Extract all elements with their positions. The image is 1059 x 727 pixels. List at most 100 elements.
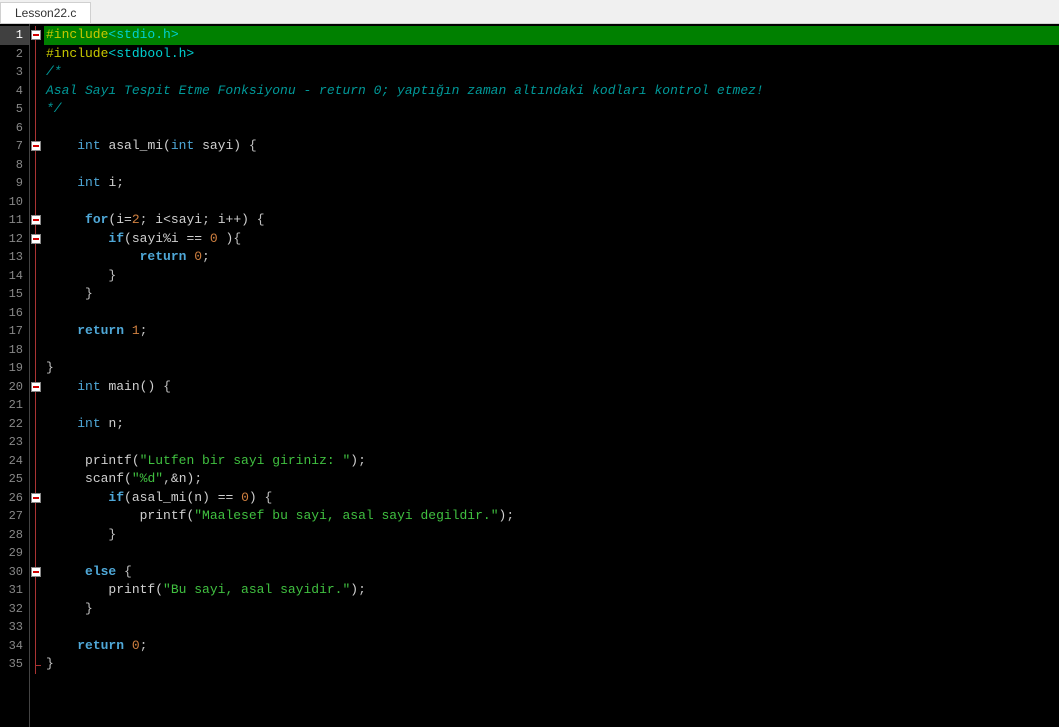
- code-line[interactable]: printf("Maalesef bu sayi, asal sayi degi…: [44, 507, 1059, 526]
- line-number: 16: [0, 304, 29, 323]
- fold-toggle-icon[interactable]: [31, 215, 41, 225]
- code-line[interactable]: [44, 304, 1059, 323]
- line-number: 31: [0, 581, 29, 600]
- code-line[interactable]: if(sayi%i == 0 ){: [44, 230, 1059, 249]
- fold-cell: [30, 489, 44, 508]
- line-number: 30: [0, 563, 29, 582]
- line-number: 19: [0, 359, 29, 378]
- code-line[interactable]: [44, 544, 1059, 563]
- code-line[interactable]: printf("Bu sayi, asal sayidir.");: [44, 581, 1059, 600]
- fold-cell: [30, 156, 44, 175]
- fold-cell: [30, 600, 44, 619]
- fold-cell: [30, 341, 44, 360]
- fold-cell: [30, 452, 44, 471]
- fold-cell: [30, 618, 44, 637]
- code-line[interactable]: [44, 341, 1059, 360]
- code-line[interactable]: }: [44, 655, 1059, 674]
- line-number: 9: [0, 174, 29, 193]
- file-tab[interactable]: Lesson22.c: [0, 2, 91, 23]
- code-line[interactable]: int n;: [44, 415, 1059, 434]
- fold-cell: [30, 119, 44, 138]
- fold-cell: [30, 507, 44, 526]
- fold-toggle-icon[interactable]: [31, 234, 41, 244]
- fold-cell: [30, 45, 44, 64]
- fold-cell: [30, 396, 44, 415]
- code-line[interactable]: [44, 193, 1059, 212]
- line-number: 24: [0, 452, 29, 471]
- line-number: 20: [0, 378, 29, 397]
- line-number: 21: [0, 396, 29, 415]
- fold-cell: [30, 26, 44, 45]
- code-line[interactable]: int i;: [44, 174, 1059, 193]
- code-line[interactable]: [44, 156, 1059, 175]
- code-line[interactable]: int asal_mi(int sayi) {: [44, 137, 1059, 156]
- line-number: 8: [0, 156, 29, 175]
- fold-cell: [30, 211, 44, 230]
- code-area[interactable]: #include<stdio.h>#include<stdbool.h>/*As…: [44, 24, 1059, 727]
- fold-toggle-icon[interactable]: [31, 141, 41, 151]
- line-number: 4: [0, 82, 29, 101]
- code-line[interactable]: #include<stdbool.h>: [44, 45, 1059, 64]
- fold-cell: [30, 285, 44, 304]
- fold-cell: [30, 193, 44, 212]
- code-line[interactable]: /*: [44, 63, 1059, 82]
- fold-cell: [30, 174, 44, 193]
- code-line[interactable]: int main() {: [44, 378, 1059, 397]
- fold-toggle-icon[interactable]: [31, 493, 41, 503]
- line-number: 33: [0, 618, 29, 637]
- code-line[interactable]: }: [44, 267, 1059, 286]
- code-line[interactable]: return 0;: [44, 248, 1059, 267]
- code-line[interactable]: for(i=2; i<sayi; i++) {: [44, 211, 1059, 230]
- line-number: 7: [0, 137, 29, 156]
- code-line[interactable]: if(asal_mi(n) == 0) {: [44, 489, 1059, 508]
- code-line[interactable]: #include<stdio.h>: [44, 26, 1059, 45]
- code-line[interactable]: [44, 396, 1059, 415]
- fold-cell: [30, 544, 44, 563]
- fold-toggle-icon[interactable]: [31, 382, 41, 392]
- line-number: 25: [0, 470, 29, 489]
- code-line[interactable]: }: [44, 359, 1059, 378]
- code-line[interactable]: [44, 433, 1059, 452]
- line-number-gutter: 1234567891011121314151617181920212223242…: [0, 24, 30, 727]
- code-line[interactable]: }: [44, 600, 1059, 619]
- fold-toggle-icon[interactable]: [31, 567, 41, 577]
- line-number: 28: [0, 526, 29, 545]
- fold-cell: [30, 415, 44, 434]
- code-line[interactable]: }: [44, 285, 1059, 304]
- fold-cell: [30, 230, 44, 249]
- code-line[interactable]: [44, 119, 1059, 138]
- code-line[interactable]: }: [44, 526, 1059, 545]
- code-line[interactable]: else {: [44, 563, 1059, 582]
- line-number: 34: [0, 637, 29, 656]
- code-line[interactable]: */: [44, 100, 1059, 119]
- fold-cell: [30, 82, 44, 101]
- line-number: 23: [0, 433, 29, 452]
- line-number: 22: [0, 415, 29, 434]
- code-line[interactable]: printf("Lutfen bir sayi giriniz: ");: [44, 452, 1059, 471]
- code-line[interactable]: return 0;: [44, 637, 1059, 656]
- line-number: 3: [0, 63, 29, 82]
- line-number: 14: [0, 267, 29, 286]
- code-line[interactable]: return 1;: [44, 322, 1059, 341]
- code-line[interactable]: [44, 618, 1059, 637]
- line-number: 27: [0, 507, 29, 526]
- line-number: 18: [0, 341, 29, 360]
- line-number: 32: [0, 600, 29, 619]
- code-line[interactable]: scanf("%d",&n);: [44, 470, 1059, 489]
- fold-cell: [30, 526, 44, 545]
- fold-cell: [30, 433, 44, 452]
- fold-toggle-icon[interactable]: [31, 30, 41, 40]
- fold-cell: [30, 637, 44, 656]
- line-number: 2: [0, 45, 29, 64]
- fold-cell: [30, 378, 44, 397]
- fold-cell: [30, 304, 44, 323]
- line-number: 15: [0, 285, 29, 304]
- fold-cell: [30, 581, 44, 600]
- fold-cell: [30, 563, 44, 582]
- code-line[interactable]: Asal Sayı Tespit Etme Fonksiyonu - retur…: [44, 82, 1059, 101]
- fold-cell: [30, 63, 44, 82]
- line-number: 35: [0, 655, 29, 674]
- line-number: 5: [0, 100, 29, 119]
- code-editor: 1234567891011121314151617181920212223242…: [0, 24, 1059, 727]
- fold-cell: [30, 655, 44, 674]
